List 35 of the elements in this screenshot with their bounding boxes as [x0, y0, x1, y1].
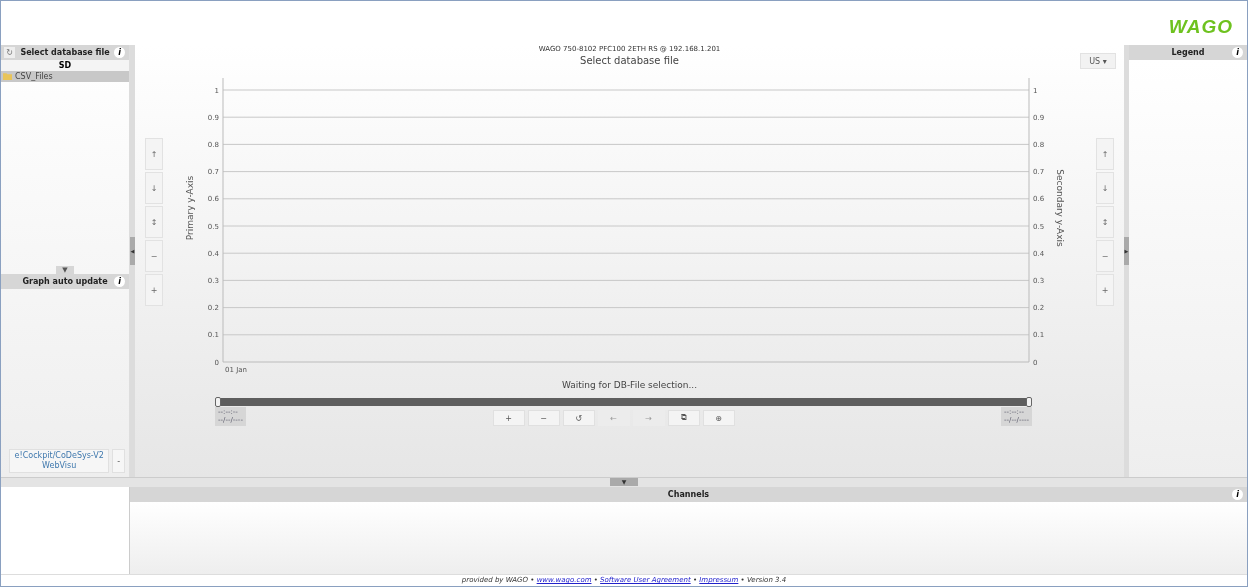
chart-title: Select database file: [580, 54, 679, 66]
group-header: SD: [1, 60, 129, 71]
axis-button[interactable]: ↑: [145, 138, 163, 170]
toolbar-button[interactable]: ↺: [562, 410, 595, 426]
axis-button[interactable]: ↑: [1096, 138, 1114, 170]
info-button[interactable]: i: [1232, 47, 1243, 58]
y-axis-label: Primary y-Axis: [185, 175, 195, 241]
axis-button[interactable]: −: [1096, 240, 1114, 272]
axis-button[interactable]: ↓: [145, 172, 163, 204]
info-button[interactable]: i: [1232, 489, 1243, 500]
webvisu-button[interactable]: e!Cockpit/CoDeSys-V2 WebVisu: [9, 449, 110, 473]
toolbar-button[interactable]: ⊕: [702, 410, 735, 426]
axis-button[interactable]: +: [1096, 274, 1114, 306]
panel-title: Select database file: [20, 48, 110, 57]
status-text: Waiting for DB-File selection...: [561, 379, 698, 392]
axis-button[interactable]: ↓: [1096, 172, 1114, 204]
axis-button[interactable]: −: [145, 240, 163, 272]
unit-dropdown[interactable]: US ▾: [1080, 53, 1116, 69]
folder-icon: [3, 73, 12, 80]
y-axis-label: Secondary y-Axis: [1055, 169, 1065, 247]
panel-title: Channels: [667, 490, 710, 499]
toolbar-button[interactable]: −: [527, 410, 560, 426]
info-button[interactable]: i: [114, 276, 125, 287]
refresh-button[interactable]: ↻: [4, 47, 15, 58]
axis-button[interactable]: ↕: [1096, 206, 1114, 238]
toolbar-button[interactable]: ⧉: [667, 410, 700, 426]
logo: WAGO: [1168, 17, 1233, 37]
panel-title: Legend: [1171, 48, 1205, 57]
toolbar-button[interactable]: +: [492, 410, 525, 426]
tree-item[interactable]: CSV_Files: [1, 71, 129, 82]
axis-button[interactable]: ↕: [145, 206, 163, 238]
info-button[interactable]: i: [114, 47, 125, 58]
menu-button[interactable]: -: [112, 449, 125, 473]
panel-title: Graph auto update: [22, 277, 108, 286]
axis-button[interactable]: +: [145, 274, 163, 306]
